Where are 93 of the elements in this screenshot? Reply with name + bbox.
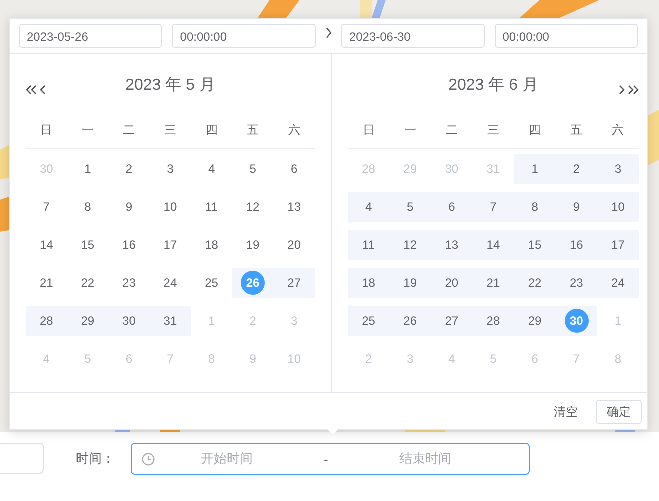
start-time-field[interactable]: 00:00:00 (172, 24, 316, 48)
calendar-day[interactable]: 2 (117, 157, 142, 181)
calendar-day[interactable]: 7 (481, 195, 506, 219)
double-chevron-right-icon[interactable] (628, 85, 639, 95)
calendar-day[interactable]: 19 (241, 233, 266, 257)
calendar-day[interactable]: 3 (606, 157, 630, 181)
calendar-day[interactable]: 2 (564, 157, 589, 181)
weekday-header: 二 (444, 122, 459, 138)
calendar-day[interactable]: 24 (606, 271, 630, 295)
start-date-field[interactable]: 2023-05-26 (19, 24, 162, 48)
calendar-day[interactable]: 4 (356, 195, 381, 219)
chevron-right-icon[interactable] (619, 85, 625, 95)
weekday-header: 日 (362, 122, 376, 138)
weekday-header: 三 (163, 122, 178, 138)
calendar-day[interactable]: 7 (34, 195, 59, 219)
calendar-day[interactable]: 10 (606, 195, 630, 219)
calendar-day[interactable]: 29 (523, 309, 548, 333)
start-placeholder: 开始时间 (201, 450, 253, 468)
calendar-day[interactable]: 16 (564, 233, 589, 257)
calendar-day[interactable]: 14 (481, 233, 506, 257)
calendar-day[interactable]: 8 (76, 195, 100, 219)
calendar-day[interactable]: 16 (117, 233, 142, 257)
calendar-day[interactable]: 1 (523, 157, 548, 181)
confirm-button[interactable]: 确定 (596, 400, 642, 424)
month-title: 2023 年 6 月 (448, 76, 538, 96)
weekday-header: 五 (570, 122, 584, 138)
calendar-day[interactable]: 17 (606, 233, 630, 257)
calendar-day[interactable]: 14 (34, 233, 59, 257)
calendar-day[interactable]: 18 (356, 271, 381, 295)
end-date-field[interactable]: 2023-06-30 (341, 24, 485, 48)
calendar-day[interactable]: 27 (440, 309, 464, 333)
calendar-day[interactable]: 5 (241, 157, 266, 181)
calendar-day[interactable]: 22 (76, 271, 100, 295)
calendar-day[interactable]: 5 (398, 195, 422, 219)
date-range-field[interactable]: 开始时间 - 结束时间 (131, 443, 530, 475)
calendar-day[interactable]: 30 (117, 309, 142, 333)
calendar-day[interactable]: 11 (200, 195, 224, 219)
calendar-day[interactable]: 18 (200, 233, 224, 257)
calendar-day[interactable]: 29 (76, 309, 100, 333)
calendar-day[interactable]: 13 (282, 195, 306, 219)
calendar-day[interactable]: 25 (356, 309, 381, 333)
calendar-day[interactable]: 10 (158, 195, 182, 219)
weekday-header: 五 (246, 122, 260, 138)
calendar-day[interactable]: 15 (76, 233, 100, 257)
calendar-day[interactable]: 4 (200, 157, 224, 181)
calendar-day[interactable]: 25 (200, 271, 224, 295)
weekday-header: 四 (204, 122, 219, 138)
calendar-day[interactable]: 8 (523, 195, 548, 219)
calendar-day[interactable]: 20 (440, 271, 464, 295)
double-chevron-left-icon[interactable] (26, 85, 37, 95)
calendar-day[interactable]: 28 (481, 309, 506, 333)
end-time-field[interactable]: 00:00:00 (494, 24, 638, 48)
calendar-day[interactable]: 3 (158, 157, 182, 181)
weekday-header: 二 (122, 122, 136, 138)
clock-icon (142, 452, 155, 466)
chevron-left-icon[interactable] (40, 85, 46, 95)
calendar-day[interactable]: 23 (117, 271, 142, 295)
calendar-day[interactable]: 11 (356, 233, 381, 257)
calendar-day[interactable]: 12 (241, 195, 266, 219)
calendar-day[interactable]: 9 (117, 195, 142, 219)
weekday-header: 三 (486, 122, 500, 138)
calendar-day[interactable]: 26 (398, 309, 422, 333)
calendar-day[interactable]: 20 (282, 233, 306, 257)
weekday-header: 一 (403, 122, 418, 138)
calendar-day[interactable]: 13 (440, 233, 464, 257)
calendar-day[interactable]: 19 (398, 271, 422, 295)
weekday-header: 一 (80, 122, 95, 138)
clear-button[interactable]: 清空 (546, 400, 586, 424)
weekday-header: 四 (528, 122, 542, 138)
calendar-day[interactable]: 6 (440, 195, 464, 219)
calendar-day[interactable]: 15 (523, 233, 548, 257)
calendar-day[interactable]: 21 (34, 271, 59, 295)
calendar-day[interactable]: 21 (481, 271, 506, 295)
calendar-day[interactable]: 24 (158, 271, 182, 295)
separator: - (324, 452, 328, 466)
calendar-day[interactable]: 23 (564, 271, 589, 295)
chevron-right-icon (324, 27, 332, 39)
calendar-day[interactable]: 17 (158, 233, 182, 257)
calendar-day[interactable]: 27 (282, 271, 306, 295)
input-field[interactable] (0, 443, 44, 474)
calendar-day[interactable]: 31 (158, 309, 182, 333)
calendar-day[interactable]: 12 (398, 233, 422, 257)
weekday-header: 六 (611, 122, 626, 138)
weekday-header: 六 (287, 122, 302, 138)
calendar-day[interactable]: 9 (564, 195, 589, 219)
weekday-header: 日 (40, 122, 54, 138)
calendar-day[interactable]: 1 (76, 157, 100, 181)
month-title: 2023 年 5 月 (126, 76, 216, 96)
calendar-day[interactable]: 6 (282, 157, 306, 181)
calendar-day[interactable]: 28 (34, 309, 59, 333)
calendar-day[interactable]: 22 (523, 271, 548, 295)
field-label: 时间： (76, 450, 115, 468)
end-placeholder: 结束时间 (399, 450, 452, 468)
